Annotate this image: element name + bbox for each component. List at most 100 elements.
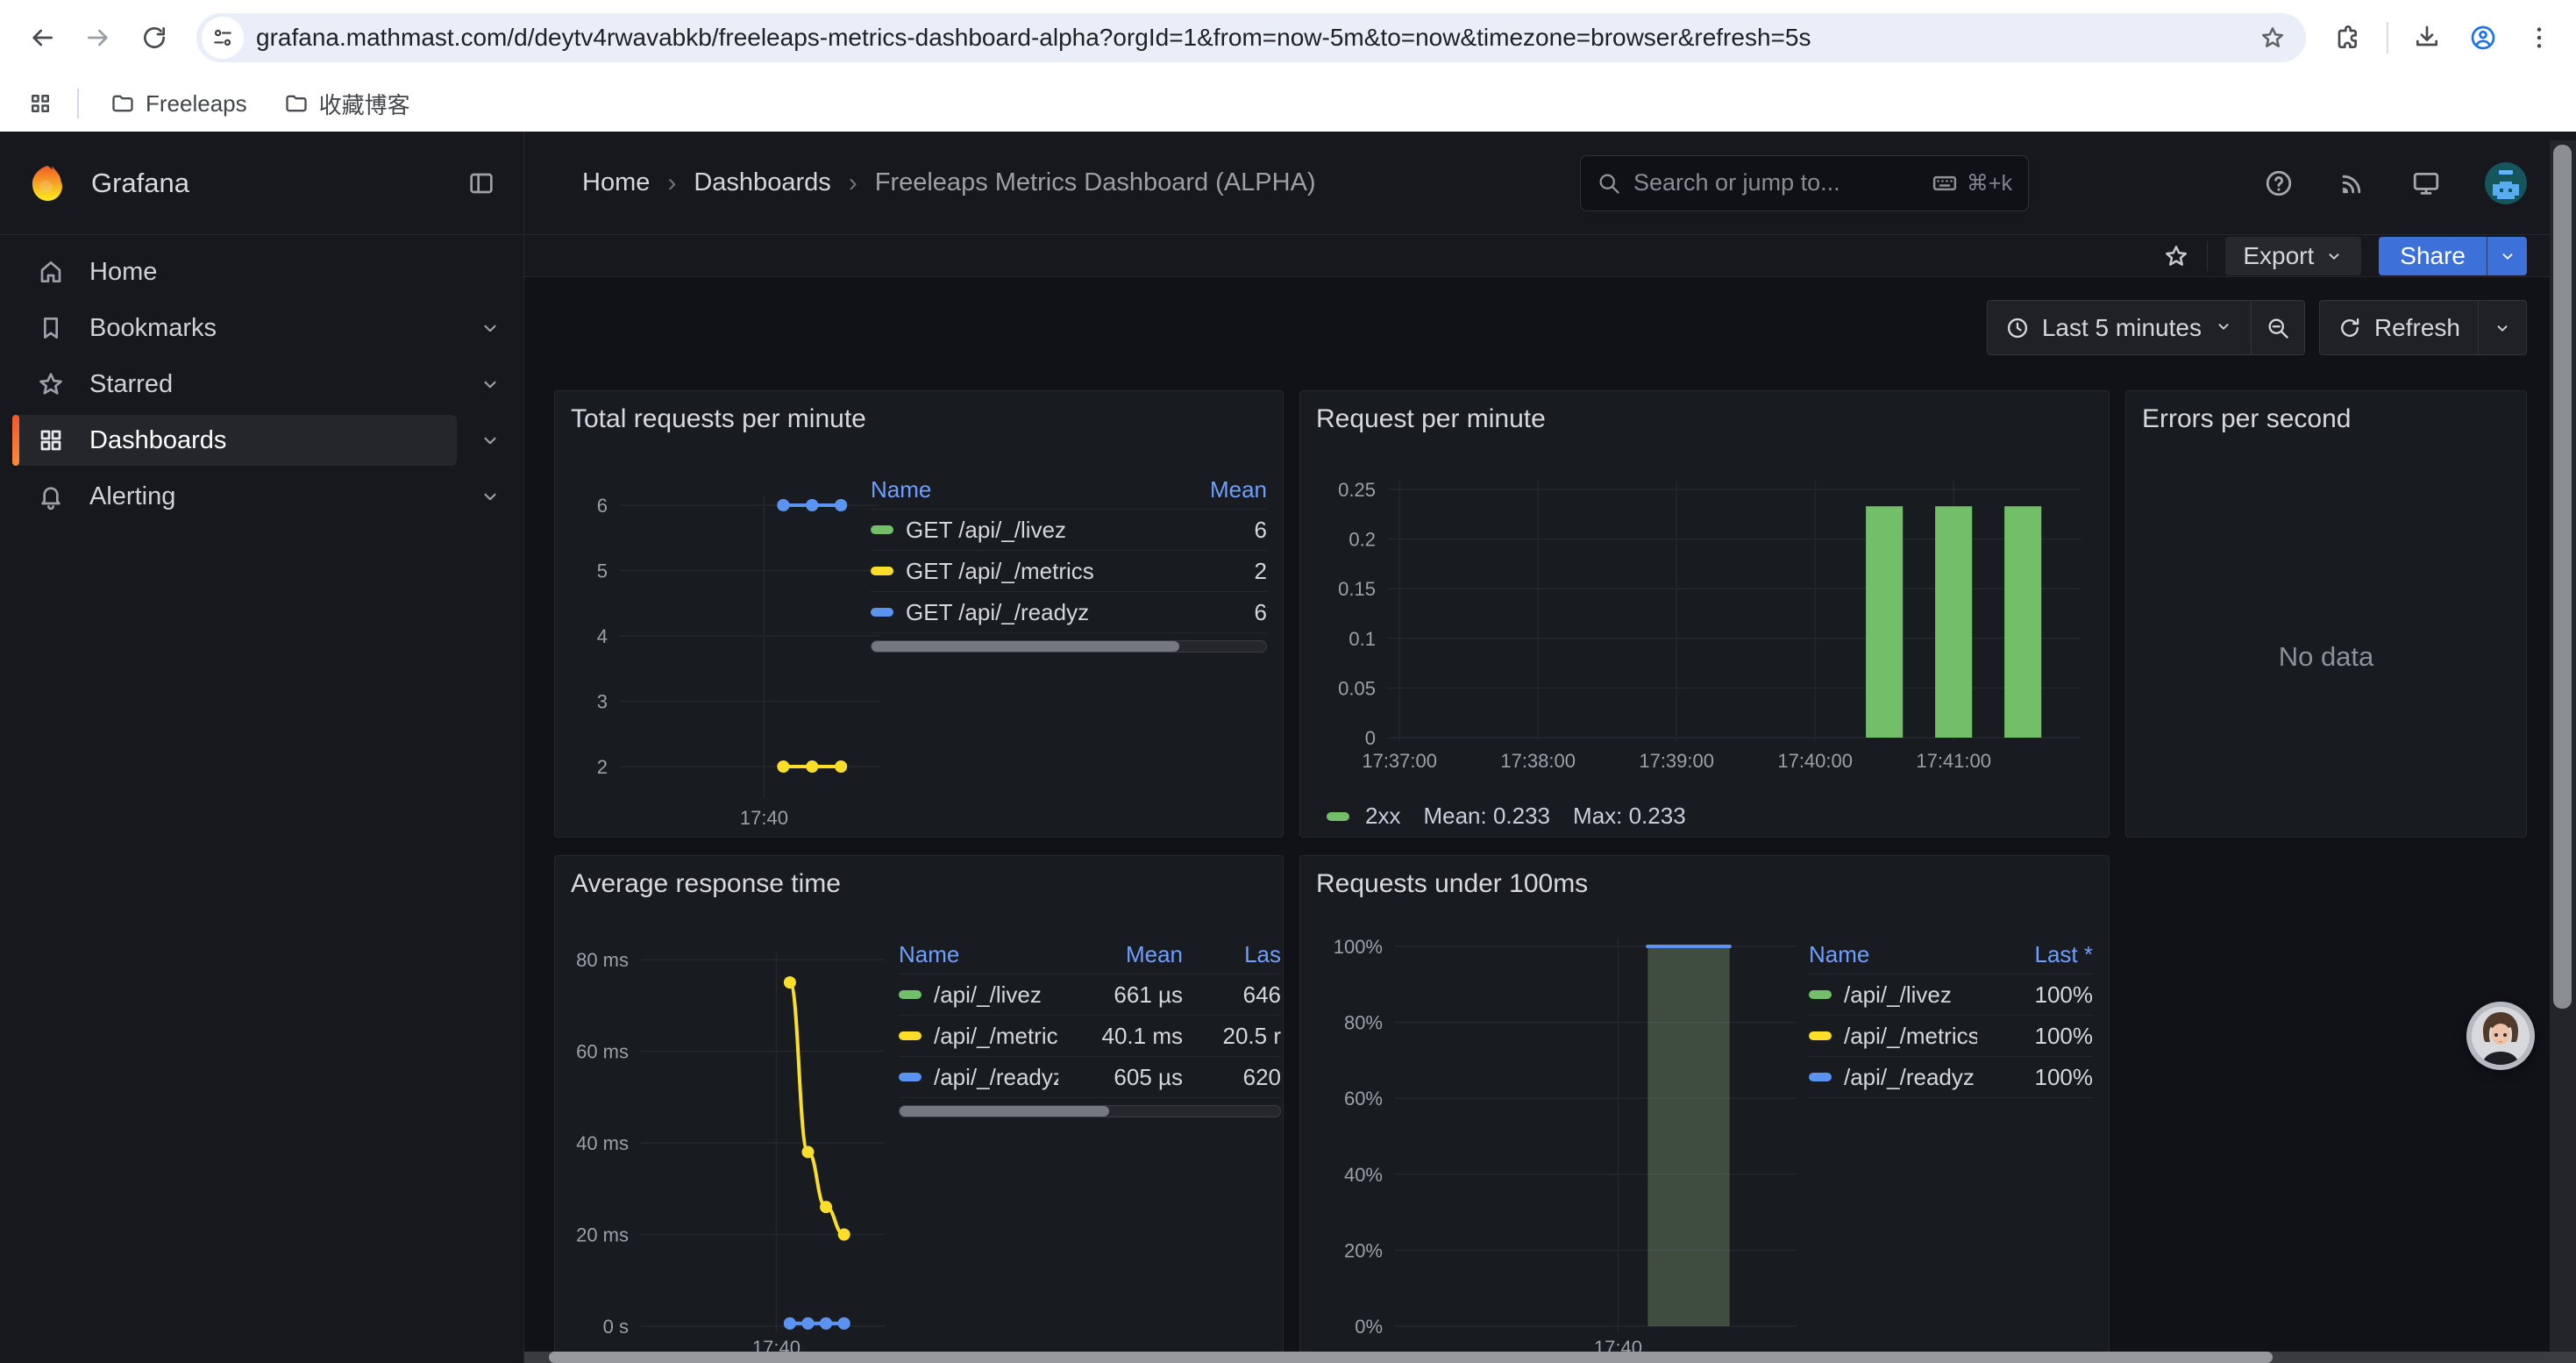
sidebar-item-starred[interactable]: Starred (12, 359, 457, 410)
chevron-down-icon (2493, 318, 2512, 338)
bookmark-folder-freeleaps[interactable]: Freeleaps (96, 83, 261, 125)
legend-row[interactable]: GET /api/_/readyz6 (871, 592, 1267, 633)
user-avatar[interactable] (2485, 162, 2527, 204)
favorite-star-icon[interactable] (2163, 243, 2189, 269)
sidebar-header: Grafana (0, 132, 523, 235)
breadcrumb-home[interactable]: Home (582, 168, 650, 197)
sidebar-item-bookmarks[interactable]: Bookmarks (12, 303, 457, 353)
refresh-group: Refresh (2319, 300, 2527, 355)
svg-text:5: 5 (597, 560, 608, 582)
svg-text:17:38:00: 17:38:00 (1500, 750, 1576, 772)
profile-icon[interactable] (2459, 13, 2508, 62)
series-swatch (1809, 1031, 1832, 1040)
legend-table: NameMeanLas/api/_/livez661 µs646/api/_/m… (899, 936, 1281, 1117)
header-icons (2264, 162, 2527, 204)
search-input[interactable]: Search or jump to... ⌘+k (1580, 155, 2029, 211)
share-button[interactable]: Share (2379, 237, 2527, 275)
help-icon[interactable] (2264, 168, 2294, 198)
reload-icon[interactable] (130, 13, 179, 62)
vertical-scrollbar-thumb[interactable] (2553, 145, 2572, 1009)
chevron-down-icon[interactable] (457, 359, 523, 410)
grafana-logo[interactable] (26, 162, 68, 204)
horizontal-scrollbar-thumb[interactable] (549, 1352, 2273, 1363)
legend-scrollbar[interactable] (899, 1105, 1281, 1117)
folder-icon (110, 91, 135, 116)
sidebar-collapse-icon[interactable] (462, 164, 501, 203)
series-swatch (899, 1073, 922, 1081)
assistant-avatar-widget[interactable] (2466, 1002, 2535, 1070)
legend-row[interactable]: /api/_/metrics100% (1809, 1016, 2093, 1057)
legend-line[interactable]: 2xx Mean: 0.233 Max: 0.233 (1327, 803, 2109, 830)
total-requests-chart[interactable]: 6543217:40 (562, 445, 886, 831)
monitor-icon[interactable] (2411, 168, 2441, 198)
series-swatch (871, 525, 893, 534)
star-icon (37, 370, 65, 398)
series-swatch (1809, 1073, 1832, 1081)
back-icon[interactable] (18, 13, 67, 62)
legend-row[interactable]: /api/_/readyz100% (1809, 1057, 2093, 1098)
apps-grid-icon[interactable] (21, 84, 60, 123)
time-range-picker[interactable]: Last 5 minutes (1988, 301, 2251, 354)
chevron-down-icon[interactable] (457, 415, 523, 466)
legend-header: NameLast * (1809, 936, 2093, 974)
bookmark-folder-blog[interactable]: 收藏博客 (270, 81, 424, 127)
series-swatch (1327, 812, 1349, 821)
legend-row[interactable]: /api/_/livez661 µs646 (899, 974, 1281, 1016)
sidebar-item-alerting[interactable]: Alerting (12, 471, 457, 522)
main-header: Home › Dashboards › Freeleaps Metrics Da… (524, 132, 2576, 235)
address-bar[interactable]: grafana.mathmast.com/d/deytv4rwavabkb/fr… (196, 13, 2306, 62)
site-settings-icon[interactable] (202, 17, 244, 59)
legend-header: NameMeanLas (899, 936, 1281, 974)
export-button[interactable]: Export (2225, 237, 2361, 275)
sidebar-item-home[interactable]: Home (12, 246, 523, 297)
chevron-down-icon[interactable] (457, 303, 523, 353)
legend-scrollbar[interactable] (871, 640, 1267, 653)
vertical-scrollbar[interactable] (2550, 140, 2576, 1352)
panel-title[interactable]: Average response time (555, 856, 1283, 910)
panel-title[interactable]: Total requests per minute (555, 391, 1283, 445)
requests-under-100ms-chart[interactable]: 100%80%60%40%20%0%17:40 (1311, 910, 1802, 1363)
forward-icon[interactable] (74, 13, 123, 62)
svg-text:80 ms: 80 ms (576, 949, 629, 971)
legend-row[interactable]: /api/_/readyz605 µs620 (899, 1057, 1281, 1098)
svg-text:20 ms: 20 ms (576, 1224, 629, 1246)
legend-table: NameMeanGET /api/_/livez6GET /api/_/metr… (871, 471, 1267, 653)
chevron-down-icon[interactable] (457, 471, 523, 522)
svg-text:0 s: 0 s (603, 1316, 629, 1338)
svg-text:60%: 60% (1344, 1088, 1383, 1110)
sidebar-item-dashboards[interactable]: Dashboards (12, 415, 457, 466)
brand-name[interactable]: Grafana (91, 168, 439, 199)
news-rss-icon[interactable] (2338, 168, 2367, 198)
legend-row[interactable]: /api/_/metrics40.1 ms20.5 r (899, 1016, 1281, 1057)
svg-text:17:41:00: 17:41:00 (1916, 750, 1991, 772)
panel-title[interactable]: Errors per second (2126, 391, 2526, 445)
legend-row[interactable]: GET /api/_/metrics2 (871, 551, 1267, 592)
refresh-button[interactable]: Refresh (2320, 301, 2478, 354)
svg-text:40%: 40% (1344, 1164, 1383, 1186)
legend-row[interactable]: /api/_/livez100% (1809, 974, 2093, 1016)
series-swatch (871, 567, 893, 575)
horizontal-scrollbar[interactable] (524, 1352, 2576, 1363)
series-swatch (899, 1031, 922, 1040)
average-response-time-chart[interactable]: 80 ms60 ms40 ms20 ms0 s17:40 (566, 910, 892, 1363)
breadcrumb-separator: › (849, 168, 857, 198)
bookmark-star-icon[interactable] (2253, 18, 2292, 57)
breadcrumb: Home › Dashboards › Freeleaps Metrics Da… (582, 168, 1316, 198)
panel-title[interactable]: Request per minute (1300, 391, 2109, 445)
dashboard-actions-row: Export Share (524, 235, 2576, 277)
menu-kebab-icon[interactable] (2515, 13, 2564, 62)
svg-text:0%: 0% (1355, 1316, 1383, 1338)
bookmarks-bar: Freeleaps 收藏博客 (0, 75, 2576, 132)
refresh-interval-dropdown[interactable] (2478, 301, 2526, 354)
panel-title[interactable]: Requests under 100ms (1300, 856, 2109, 910)
breadcrumb-dashboards[interactable]: Dashboards (694, 168, 830, 197)
zoom-out-button[interactable] (2251, 301, 2304, 354)
request-per-minute-chart[interactable]: 0.250.20.150.10.05017:37:0017:38:0017:39… (1311, 448, 2086, 790)
zoom-out-icon (2266, 316, 2290, 340)
extensions-icon[interactable] (2323, 13, 2373, 62)
downloads-icon[interactable] (2402, 13, 2451, 62)
panel-request-per-minute: Request per minute 0.250.20.150.10.05017… (1299, 390, 2110, 838)
no-data-message: No data (2126, 641, 2526, 673)
legend-row[interactable]: GET /api/_/livez6 (871, 510, 1267, 551)
share-menu-chevron[interactable] (2487, 237, 2527, 275)
